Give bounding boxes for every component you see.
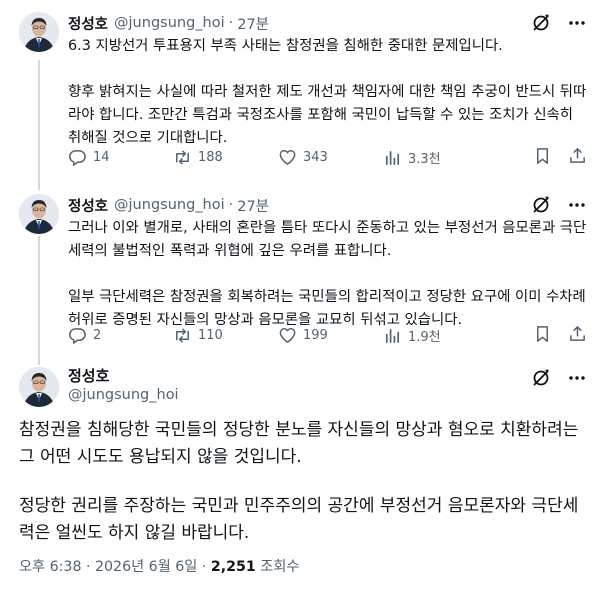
- user-handle[interactable]: @jungsung_hoi: [114, 15, 225, 31]
- repost-count: 110: [198, 327, 223, 343]
- thread-post-2[interactable]: 정성호 @jungsung_hoi · 27분 그러나 이와 별개로, 사태의 …: [0, 182, 601, 355]
- reply-button[interactable]: 14: [68, 148, 173, 167]
- repost-count: 188: [198, 149, 223, 165]
- post-header: 정성호 @jungsung_hoi · 27분: [68, 12, 587, 34]
- views-chart-icon: [385, 328, 400, 343]
- post-text: 6.3 지방선거 투표용지 부족 사태는 참정권을 침해한 중대한 문제입니다.…: [68, 35, 587, 150]
- avatar-image: [19, 367, 59, 407]
- reply-button[interactable]: 2: [68, 326, 173, 345]
- views-count: 2,251: [210, 559, 256, 575]
- post-text: 그러나 이와 별개로, 사태의 혼란을 틈타 또다시 준동하고 있는 부정선거 …: [68, 217, 587, 332]
- display-name[interactable]: 정성호: [68, 365, 109, 386]
- reply-icon: [69, 149, 86, 166]
- views-label: 조회수: [260, 559, 300, 575]
- separator-dot: ·: [228, 197, 234, 213]
- post-paragraph: 향후 밝혀지는 사실에 따라 철저한 제도 개선과 책임자에 대한 책임 추궁이…: [68, 84, 587, 146]
- more-options-icon[interactable]: [567, 13, 587, 33]
- share-icon[interactable]: [568, 324, 587, 347]
- share-icon[interactable]: [568, 146, 587, 169]
- thread-connector-line: [38, 236, 40, 355]
- views-count: 1.9천: [408, 329, 441, 345]
- repost-icon: [176, 149, 189, 165]
- post-text: 참정권을 침해당한 국민들의 정당한 분노를 자신들의 망상과 혐오로 치환하려…: [19, 417, 587, 547]
- post-time[interactable]: 27분: [237, 13, 269, 34]
- repost-button[interactable]: 110: [173, 326, 278, 345]
- thread-post-3-focused: 정성호 @jungsung_hoi 참정권을 침해당한 국민들의 정당한 분노를…: [0, 355, 601, 591]
- separator-dot: ·: [228, 15, 234, 31]
- views-count: 3.3천: [408, 151, 441, 167]
- avatar[interactable]: [19, 194, 59, 234]
- reply-count: 14: [93, 149, 110, 165]
- post-header: 정성호 @jungsung_hoi · 27분: [68, 194, 587, 216]
- post-paragraph: 참정권을 침해당한 국민들의 정당한 분노를 자신들의 망상과 혐오로 치환하려…: [19, 420, 579, 467]
- views-button[interactable]: 3.3천: [383, 148, 488, 167]
- views-button[interactable]: 1.9천: [383, 326, 488, 345]
- grok-icon[interactable]: [531, 195, 551, 215]
- user-handle[interactable]: @jungsung_hoi: [68, 387, 179, 403]
- bookmark-icon[interactable]: [533, 146, 552, 169]
- post-timestamp[interactable]: 오후 6:38 · 2026년 6월 6일 ·: [19, 559, 211, 575]
- reply-count: 2: [93, 327, 102, 343]
- heart-icon: [279, 327, 296, 343]
- thread-post-1[interactable]: 정성호 @jungsung_hoi · 27분 6.3 지방선거 투표용지 부족…: [0, 0, 601, 182]
- post-time[interactable]: 27분: [237, 195, 269, 216]
- views-chart-icon: [385, 150, 400, 165]
- repost-button[interactable]: 188: [173, 148, 278, 167]
- bookmark-icon[interactable]: [533, 324, 552, 347]
- avatar-image: [19, 12, 59, 52]
- post-paragraph: 정당한 권리를 주장하는 국민과 민주주의의 공간에 부정선거 음모론자와 극단…: [19, 496, 579, 543]
- user-handle[interactable]: @jungsung_hoi: [114, 197, 225, 213]
- thread-connector-line: [38, 355, 40, 365]
- display-name[interactable]: 정성호: [68, 13, 108, 34]
- thread-connector-line: [38, 182, 40, 190]
- display-name[interactable]: 정성호: [68, 195, 108, 216]
- avatar-image: [19, 194, 59, 234]
- reply-icon: [69, 327, 86, 344]
- heart-icon: [279, 149, 296, 165]
- like-count: 199: [303, 327, 328, 343]
- post-actions: 2 110 199 1.9천: [68, 325, 587, 345]
- avatar[interactable]: [19, 12, 59, 52]
- repost-icon: [176, 327, 189, 343]
- more-options-icon[interactable]: [567, 368, 587, 388]
- more-options-icon[interactable]: [567, 195, 587, 215]
- like-button[interactable]: 199: [278, 326, 383, 345]
- post-paragraph: 그러나 이와 별개로, 사태의 혼란을 틈타 또다시 준동하고 있는 부정선거 …: [68, 220, 587, 259]
- post-paragraph: 6.3 지방선거 투표용지 부족 사태는 참정권을 침해한 중대한 문제입니다.: [68, 38, 503, 54]
- grok-icon[interactable]: [531, 13, 551, 33]
- like-count: 343: [303, 149, 328, 165]
- grok-icon[interactable]: [531, 368, 551, 388]
- avatar[interactable]: [19, 367, 59, 407]
- post-meta: 오후 6:38 · 2026년 6월 6일 · 2,251 조회수: [19, 556, 299, 576]
- thread-connector-line: [38, 60, 40, 182]
- post-actions: 14 188 343 3.3천: [68, 147, 587, 167]
- like-button[interactable]: 343: [278, 148, 383, 167]
